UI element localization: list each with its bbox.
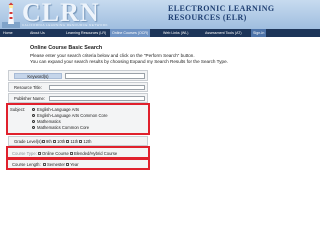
course-type-options: Online Course Blended/Hybrid Course (38, 151, 117, 156)
nav-sign-in[interactable]: Sign-In (251, 29, 267, 37)
grade-level-label: Grade Level(s): (14, 139, 43, 144)
keyword-label: Keyword(s) (14, 73, 62, 79)
nav-home[interactable]: Home (3, 29, 13, 37)
publisher-name-label: Publisher Name: (14, 96, 45, 101)
publisher-name-row: Publisher Name: (8, 93, 148, 103)
subject-option[interactable]: Mathematics (32, 119, 61, 124)
keyword-row: Keyword(s) (8, 70, 148, 81)
course-length-options: Semester Year (43, 162, 79, 167)
publisher-name-input[interactable] (49, 96, 145, 101)
course-length-label: Course Length: (12, 162, 41, 167)
radio-icon (32, 114, 35, 118)
course-length-checkbox[interactable]: Semester (43, 162, 65, 167)
checkbox-icon (42, 140, 45, 144)
nav-online-courses[interactable]: Online Courses (OCR) (110, 29, 151, 37)
checkbox-icon (66, 163, 70, 167)
course-length-highlight: Course Length: Semester Year (6, 158, 150, 170)
course-type-label: Course Type: (12, 151, 37, 156)
nav-assessment-tools[interactable]: Assessment Tools (AT) (205, 29, 242, 37)
grade-options: 9th 10th 11th 12th (42, 139, 92, 144)
resource-title-input[interactable] (49, 85, 145, 90)
radio-icon (32, 108, 35, 112)
checkbox-icon (43, 163, 46, 167)
page-title: Online Course Basic Search (30, 45, 103, 51)
intro-instructions: Please enter your search criteria below … (30, 53, 195, 58)
grade-checkbox[interactable]: 12th (79, 139, 92, 144)
grade-checkbox[interactable]: 9th (42, 139, 52, 144)
radio-icon (32, 126, 35, 130)
subject-option[interactable]: English-Language Arts Common Core (32, 113, 108, 118)
nav-learning-resources[interactable]: Learning Resources (LR) (66, 29, 106, 37)
checkbox-icon (38, 152, 41, 156)
lighthouse-icon (2, 2, 20, 28)
grade-checkbox[interactable]: 11th (66, 139, 78, 144)
site-title-line2: RESOURCES (ELR) (168, 13, 247, 22)
resource-title-label: Resource Title: (14, 85, 42, 90)
subject-section-highlight: Subject: English-Language Arts English-L… (6, 103, 150, 135)
course-type-checkbox[interactable]: Blended/Hybrid Course (69, 151, 117, 156)
course-length-checkbox[interactable]: Year (66, 162, 79, 167)
checkbox-icon (66, 140, 70, 144)
nav-web-links[interactable]: Web Links (WL) (163, 29, 189, 37)
checkbox-icon (53, 140, 56, 144)
subject-label: Subject: (10, 107, 26, 112)
resource-title-row: Resource Title: (8, 82, 148, 92)
subject-option[interactable]: Mathematics Common Core (32, 125, 89, 130)
radio-icon (32, 120, 35, 124)
keyword-input[interactable] (65, 73, 145, 79)
grade-level-row: Grade Level(s): 9th 10th 11th 12th (8, 136, 148, 146)
grade-checkbox[interactable]: 10th (53, 139, 65, 144)
main-nav: Home About Us Learning Resources (LR) On… (0, 29, 320, 37)
checkbox-icon (79, 140, 83, 144)
logo-tagline: CALIFORNIA LEARNING RESOURCE NETWORK (22, 23, 109, 27)
nav-about-us[interactable]: About Us (30, 29, 45, 37)
header-banner: CLRN CALIFORNIA LEARNING RESOURCE NETWOR… (0, 0, 320, 29)
course-type-checkbox[interactable]: Online Course (38, 151, 69, 156)
subject-option[interactable]: English-Language Arts (32, 107, 79, 112)
site-title-line1: ELECTRONIC LEARNING (168, 4, 275, 13)
intro-expand-hint: You can expand your search results by ch… (30, 59, 228, 64)
checkbox-icon (69, 152, 73, 156)
